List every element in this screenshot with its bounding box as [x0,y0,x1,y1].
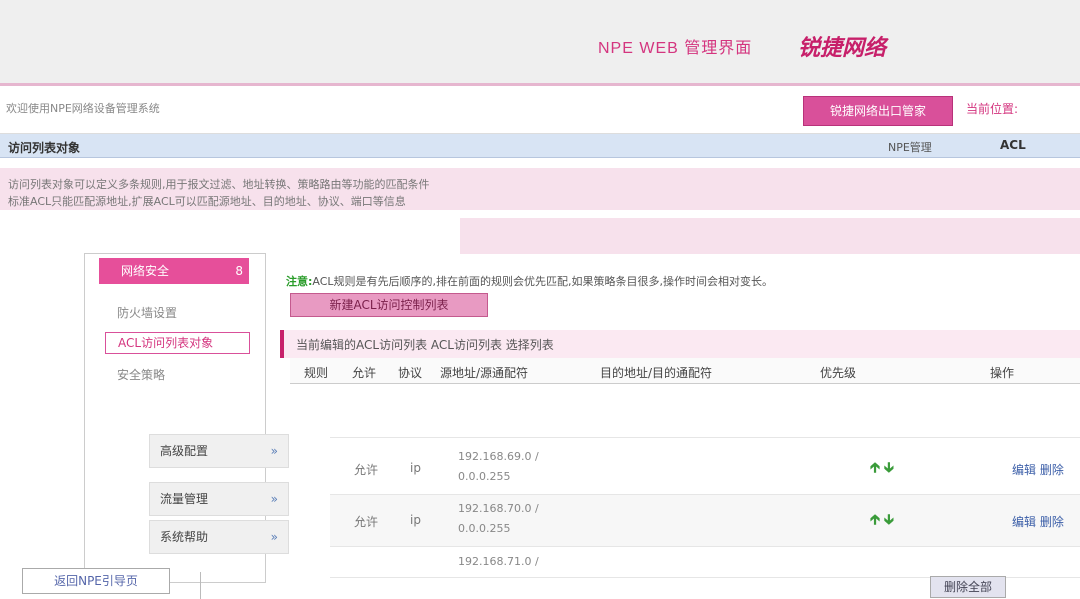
arrow-down-icon[interactable]: 🡳 [884,512,894,528]
brand-logo: 锐捷网络 [798,35,887,60]
new-acl-button[interactable]: 新建ACL访问控制列表 [290,293,488,317]
row-src-addr: 192.168.70.0 / [458,502,539,515]
section-count: 8 [235,264,243,278]
chevron-down-icon: » [270,492,278,506]
arrow-down-icon[interactable]: 🡳 [884,460,894,476]
chevron-down-icon: » [270,444,278,458]
row-src-addr: 192.168.71.0 / [458,555,539,568]
group-label: 高级配置 [160,444,209,458]
chevron-down-icon: » [270,530,278,544]
note-body: ACL规则是有先后顺序的,排在前面的规则会优先匹配,如果策略条目很多,操作时间会… [312,275,774,288]
table-row: 192.168.71.0 / [330,548,1080,578]
table-toolbar-label: 当前编辑的ACL访问列表 ACL访问列表 选择列表 [296,338,554,352]
col-dst: 目的地址/目的通配符 [600,366,713,380]
sidebar-group-advanced[interactable]: 高级配置 » [149,434,289,468]
table-header: 规则 允许 协议 源地址/源通配符 目的地址/目的通配符 优先级 操作 [290,358,1080,384]
row-src-mask: 0.0.0.255 [458,470,511,483]
info-line: 访问列表对象可以定义多条规则,用于报文过滤、地址转换、策略路由等功能的匹配条件 [8,178,430,191]
page-title: 访问列表对象 [8,141,81,155]
divider [200,572,201,599]
breadcrumb: 访问列表对象 NPE管理 ACL [0,134,1080,158]
row-ops: 编辑 删除 [1012,461,1064,478]
top-header: NPE WEB 管理界面 锐捷网络 [0,0,1080,86]
row-src: 192.168.70.0 / 0.0.0.255 [458,499,539,539]
row-src: 192.168.69.0 / 0.0.0.255 [458,447,539,487]
priority-arrows: 🡱 🡳 [870,509,894,533]
row-src-mask: 0.0.0.255 [458,522,511,535]
welcome-text: 欢迎使用NPE网络设备管理系统 [6,102,160,115]
col-src: 源地址/源通配符 [440,366,529,380]
row-action: 允许 [354,515,379,529]
col-action: 允许 [352,366,377,380]
location-label: 当前位置: [966,102,1019,116]
crumb-acl-label: ACL [1000,138,1026,152]
table-row-blank [330,388,1080,438]
sidebar-item-policy[interactable]: 安全策略 [105,366,250,383]
edit-link[interactable]: 编辑 [1012,463,1036,477]
info-band: 访问列表对象可以定义多条规则,用于报文过滤、地址转换、策略路由等功能的匹配条件 … [0,168,1080,210]
delete-link[interactable]: 删除 [1040,463,1064,477]
edit-link[interactable]: 编辑 [1012,515,1036,529]
sidebar-item-firewall[interactable]: 防火墙设置 [105,304,250,321]
delete-all-button[interactable]: 删除全部 [930,576,1006,598]
row-action: 允许 [354,463,379,477]
sidebar-item-acl[interactable]: ACL访问列表对象 [105,332,250,354]
info-line: 标准ACL只能匹配源地址,扩展ACL可以匹配源地址、目的地址、协议、端口等信息 [8,195,406,208]
row-proto: ip [410,461,421,475]
note-prefix: 注意: [286,275,313,288]
top-bar: 欢迎使用NPE网络设备管理系统 锐捷网络出口管家 当前位置: [0,86,1080,134]
sidebar-section-label: 网络安全 [121,264,170,278]
sidebar-group-help[interactable]: 系统帮助 » [149,520,289,554]
row-ops: 编辑 删除 [1012,513,1064,530]
mgmt-title: NPE WEB 管理界面 [598,40,753,57]
table-toolbar: 当前编辑的ACL访问列表 ACL访问列表 选择列表 [280,330,1080,358]
sidebar-section-security[interactable]: 网络安全 8 [99,258,249,284]
sidebar-group-traffic[interactable]: 流量管理 » [149,482,289,516]
table-row: 允许 ip 192.168.69.0 / 0.0.0.255 🡱 🡳 编辑 删除 [330,443,1080,495]
row-proto: ip [410,513,421,527]
group-label: 流量管理 [160,492,209,506]
exit-manager-button[interactable]: 锐捷网络出口管家 [803,96,953,126]
priority-arrows: 🡱 🡳 [870,457,894,481]
delete-link[interactable]: 删除 [1040,515,1064,529]
crumb-sub: NPE管理 [888,141,932,154]
table-row: 允许 ip 192.168.70.0 / 0.0.0.255 🡱 🡳 编辑 删除 [330,495,1080,547]
back-to-guide-button[interactable]: 返回NPE引导页 [22,568,170,594]
row-src: 192.168.71.0 / [458,552,539,572]
note-text: 注意:ACL规则是有先后顺序的,排在前面的规则会优先匹配,如果策略条目很多,操作… [286,273,773,289]
arrow-up-icon[interactable]: 🡱 [870,512,880,528]
row-src-addr: 192.168.69.0 / [458,450,539,463]
col-priority: 优先级 [820,366,857,380]
col-proto: 协议 [398,366,423,380]
sidebar: 网络安全 8 防火墙设置 ACL访问列表对象 安全策略 高级配置 » 流量管理 … [84,253,289,583]
group-label: 系统帮助 [160,530,209,544]
col-ops: 操作 [990,366,1015,380]
col-rule: 规则 [304,366,329,380]
arrow-up-icon[interactable]: 🡱 [870,460,880,476]
info-band-2 [460,218,1080,254]
